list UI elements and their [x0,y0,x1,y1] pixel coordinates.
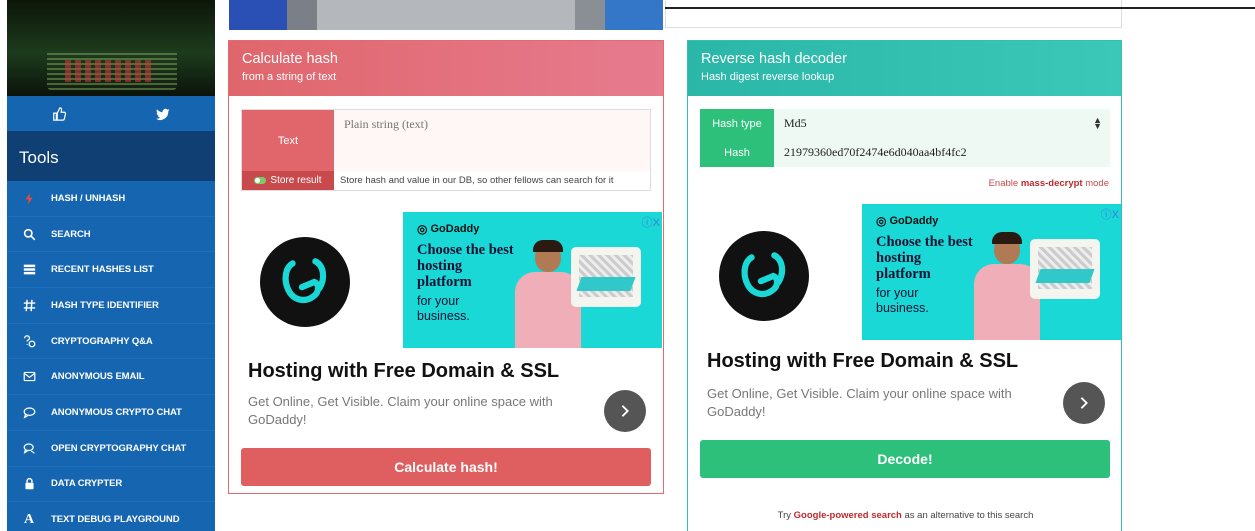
hash-type-value: Md5 [784,116,807,130]
sidebar-item-cryptography-qa[interactable]: CRYPTOGRAPHY Q&A [7,324,215,360]
toggle-icon [254,177,267,184]
hash-row: Hash 21979360ed70f2474e6d040aa4bf4fc2 [700,138,1110,167]
tools-menu: HASH / UNHASH SEARCH RECENT HASHES LIST … [7,181,215,531]
twitter-icon[interactable] [111,96,215,131]
plain-text-input[interactable] [334,110,650,171]
tools-title: Tools [7,131,215,181]
mass-decrypt-note: Enable mass-decrypt mode [988,178,1109,189]
reverse-hash-panel: Reverse hash decoder Hash digest reverse… [687,40,1122,531]
sidebar-item-open-cryptography-chat[interactable]: OPEN CRYPTOGRAPHY CHAT [7,431,215,467]
select-arrow-icon: ▲ ▼ [1093,115,1102,131]
sidebar-item-label: HASH / UNHASH [51,192,126,204]
store-result-label: Store result [270,175,322,186]
ad-banner: ◎ GoDaddy Choose the best hosting platfor… [403,212,662,348]
ad-description: Get Online, Get Visible. Claim your onli… [707,386,1012,419]
advertisement[interactable]: ◎ GoDaddy Choose the best hosting platfor… [230,212,662,437]
top-ad-strip [229,0,663,30]
panel-subtitle: from a string of text [242,71,337,83]
sidebar-header-image [7,0,215,96]
ad-card-image [1030,239,1100,299]
text-label: Text [242,110,334,171]
ad-banner: ◎ GoDaddy Choose the best hosting platfor… [862,204,1121,340]
email-icon [7,370,51,383]
ad-brand: ◎ GoDaddy [417,222,480,236]
top-divider [665,7,1255,9]
ad-choices-icon[interactable]: ⓘX [642,214,660,230]
social-bar [7,96,215,131]
calculate-hash-panel: Calculate hash from a string of text Tex… [228,40,664,494]
qa-icon [7,334,51,348]
hash-label: Hash [700,138,774,167]
ad-card-image [571,247,641,307]
ad-subline: for your business. [876,286,929,315]
sidebar-item-label: HASH TYPE IDENTIFIER [51,299,159,311]
google-search-link[interactable]: Google-powered search [794,510,902,521]
sidebar-item-label: OPEN CRYPTOGRAPHY CHAT [51,442,187,454]
bolt-icon [7,192,51,205]
godaddy-logo-icon [719,231,809,321]
lock-icon [7,477,51,490]
ad-description: Get Online, Get Visible. Claim your onli… [248,394,553,427]
sidebar-item-hash-unhash[interactable]: HASH / UNHASH [7,181,215,217]
hash-type-row: Hash type Md5 ▲ ▼ [700,109,1110,138]
sidebar-item-label: SEARCH [51,228,91,240]
ad-headline: Choose the best hosting platform [876,234,973,282]
ad-brand: ◎ GoDaddy [876,214,939,228]
calculate-hash-button[interactable]: Calculate hash! [241,448,651,486]
calculate-hash-header: Calculate hash from a string of text [229,41,663,96]
hash-type-label: Hash type [700,109,774,138]
hash-icon [7,299,51,312]
reverse-hash-header: Reverse hash decoder Hash digest reverse… [688,41,1121,96]
sidebar-item-label: CRYPTOGRAPHY Q&A [51,335,153,347]
advertisement[interactable]: ◎ GoDaddy Choose the best hosting platfor… [689,204,1121,438]
sidebar-item-anonymous-email[interactable]: ANONYMOUS EMAIL [7,359,215,396]
sidebar-item-recent-hashes[interactable]: RECENT HASHES LIST [7,252,215,289]
ad-title: Hosting with Free Domain & SSL [707,350,1019,372]
ad-subline: for your business. [417,294,470,323]
sidebar-item-search[interactable]: SEARCH [7,217,215,253]
sidebar-item-label: TEXT DEBUG PLAYGROUND [51,514,180,526]
sidebar-item-hash-type-identifier[interactable]: HASH TYPE IDENTIFIER [7,288,215,324]
sidebar-item-label: ANONYMOUS EMAIL [51,371,145,383]
like-icon[interactable] [7,96,111,131]
panel-title: Calculate hash [242,51,338,67]
ad-title: Hosting with Free Domain & SSL [248,360,560,382]
google-search-note: Try Google-powered search as an alternat… [777,510,1034,521]
hash-type-select[interactable]: Md5 ▲ ▼ [774,109,1110,138]
hash-input[interactable]: 21979360ed70f2474e6d040aa4bf4fc2 [774,138,1110,167]
chevron-right-icon[interactable] [604,390,646,432]
sidebar: Tools HASH / UNHASH SEARCH RECENT HASHES… [7,0,215,531]
sidebar-item-anonymous-crypto-chat[interactable]: ANONYMOUS CRYPTO CHAT [7,395,215,431]
sidebar-item-data-crypter[interactable]: DATA CRYPTER [7,467,215,503]
sidebar-item-text-debug-playground[interactable]: A TEXT DEBUG PLAYGROUND [7,502,215,531]
sidebar-item-label: RECENT HASHES LIST [51,264,154,276]
font-icon: A [23,511,35,527]
search-icon [7,228,51,241]
store-result-description: Store hash and value in our DB, so other… [340,175,614,186]
list-icon [7,263,51,276]
decode-button[interactable]: Decode! [700,440,1110,478]
panel-subtitle: Hash digest reverse lookup [701,71,835,83]
top-card [665,0,1122,28]
godaddy-logo-icon [260,237,350,327]
mass-decrypt-link[interactable]: mass-decrypt [1021,178,1083,189]
sidebar-item-label: ANONYMOUS CRYPTO CHAT [51,406,182,418]
chat-group-icon [7,442,51,455]
ad-headline: Choose the best hosting platform [417,242,514,290]
store-result-toggle[interactable]: Store result [242,171,334,190]
chevron-right-icon[interactable] [1063,382,1105,424]
chat-icon [7,406,51,419]
text-input-group: Text Store result Store hash and value i… [241,109,651,191]
sidebar-item-label: DATA CRYPTER [51,478,123,490]
panel-title: Reverse hash decoder [701,51,847,67]
ad-choices-icon[interactable]: ⓘX [1101,206,1119,222]
